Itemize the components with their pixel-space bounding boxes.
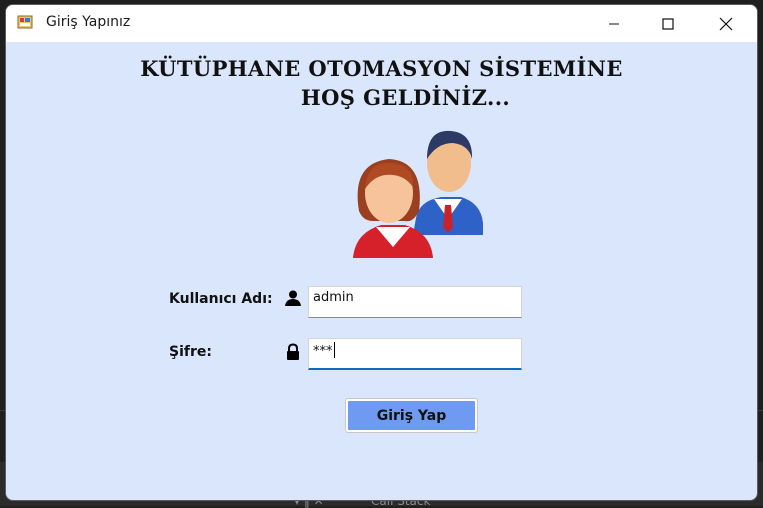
maximize-icon [662,17,674,30]
login-button[interactable]: Giriş Yap [345,398,478,433]
close-button[interactable] [703,5,749,42]
app-window-icon [17,15,33,29]
maximize-button[interactable] [645,5,691,42]
window-title: Giriş Yapınız [46,14,131,30]
minimize-icon [609,23,619,24]
username-value: admin [313,290,354,305]
welcome-heading-line1: KÜTÜPHANE OTOMASYON SİSTEMİNE [140,56,623,81]
close-icon [719,17,733,30]
minimize-button[interactable] [591,5,637,42]
title-bar: Giriş Yapınız [6,5,757,42]
lock-icon [287,343,299,360]
username-input[interactable]: admin [308,286,522,318]
password-value: *** [313,344,333,359]
login-button-label: Giriş Yap [348,401,475,430]
login-window: Giriş Yapınız KÜTÜPHANE OTOMASYON SİSTEM… [6,5,757,500]
username-label: Kullanıcı Adı: [169,291,273,307]
welcome-heading-line2: HOŞ GELDİNİZ... [300,85,511,110]
user-icon [285,290,301,306]
users-icon [353,130,483,258]
password-label: Şifre: [169,344,212,360]
text-caret [333,342,335,358]
password-input[interactable]: *** [308,338,522,370]
